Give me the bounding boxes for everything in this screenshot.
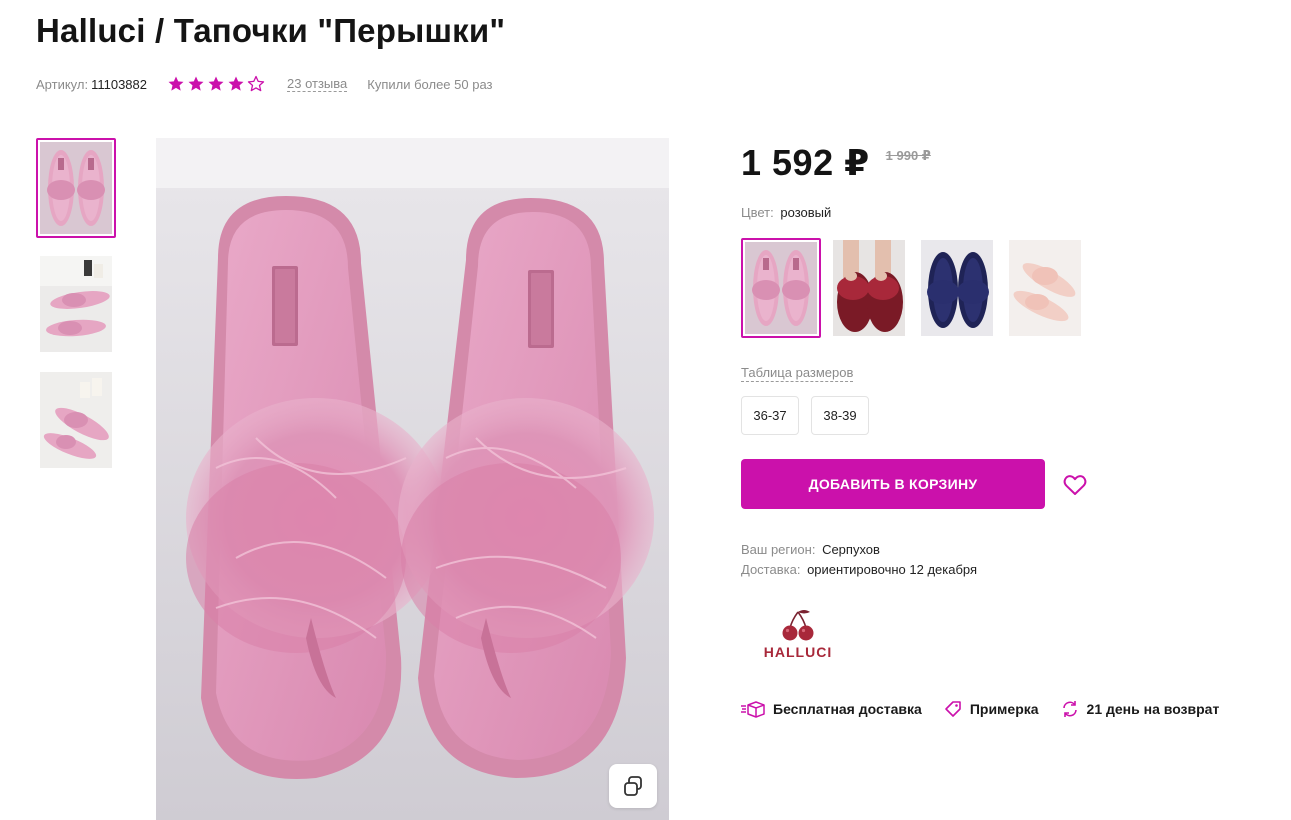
star-empty-icon [247, 75, 265, 92]
copy-icon [624, 776, 642, 796]
wishlist-button[interactable] [1061, 472, 1089, 498]
swatch-peach[interactable] [1005, 238, 1085, 338]
size-option-36-37[interactable]: 36-37 [741, 396, 799, 435]
color-label: Цвет: [741, 205, 774, 220]
delivery-box-icon [741, 701, 765, 718]
region-label: Ваш регион: [741, 542, 816, 557]
brand-logo[interactable]: HALLUCI [748, 608, 848, 670]
feature-label-fitting: Примерка [969, 701, 1039, 717]
thumbnail-2[interactable] [36, 254, 116, 354]
color-line: Цвет: розовый [741, 205, 831, 220]
tag-icon [945, 701, 961, 717]
size-options: 36-37 38-39 [741, 396, 869, 435]
add-to-cart-button[interactable]: ДОБАВИТЬ В КОРЗИНУ [741, 459, 1045, 509]
feature-return[interactable]: 21 день на возврат [1061, 700, 1220, 718]
swatch-image-pink [745, 242, 817, 334]
swatch-image-navy [921, 240, 993, 336]
thumbnail-image-3 [40, 372, 112, 468]
copy-button[interactable] [609, 764, 657, 808]
region-value[interactable]: Серпухов [822, 542, 880, 557]
region-line: Ваш регион: Серпухов [741, 540, 977, 560]
current-price: 1 592 ₽ [741, 142, 870, 183]
delivery-value: ориентировочно 12 декабря [807, 562, 978, 577]
swatch-burgundy[interactable] [829, 238, 909, 338]
star-filled-icon [168, 76, 184, 91]
bought-count: Купили более 50 раз [367, 76, 493, 92]
rating-stars[interactable] [167, 75, 265, 93]
heart-icon [1063, 475, 1087, 495]
swatch-image-burgundy [833, 240, 905, 336]
thumbnail-3[interactable] [36, 370, 116, 470]
color-value: розовый [780, 205, 832, 220]
swatch-navy[interactable] [917, 238, 997, 338]
features-row: Бесплатная доставка Примерка 21 день на … [741, 700, 1219, 718]
old-price: 1 990 ₽ [885, 148, 931, 163]
reviews-link[interactable]: 23 отзыва [287, 76, 348, 92]
price-block: 1 592 ₽ 1 990 ₽ [741, 142, 931, 184]
delivery-label: Доставка: [741, 562, 801, 577]
swatch-pink[interactable] [741, 238, 821, 338]
size-table-link[interactable]: Таблица размеров [741, 365, 854, 382]
size-option-38-39[interactable]: 38-39 [811, 396, 869, 435]
delivery-line: Доставка: ориентировочно 12 декабря [741, 560, 977, 580]
slippers-image [156, 138, 669, 820]
thumbnail-image-1 [40, 142, 112, 234]
feature-label-delivery: Бесплатная доставка [773, 701, 922, 717]
color-swatches [741, 238, 1091, 338]
feature-fitting[interactable]: Примерка [944, 700, 1039, 718]
swatch-image-peach [1009, 240, 1081, 336]
star-filled-icon [188, 76, 204, 91]
star-filled-icon [208, 76, 224, 91]
star-filled-icon [228, 76, 244, 91]
article-label: Артикул: [36, 76, 89, 92]
refresh-icon [1062, 701, 1077, 717]
delivery-info: Ваш регион: Серпухов Доставка: ориентиро… [741, 540, 977, 580]
product-title: Halluci / Тапочки "Перышки" [36, 12, 506, 49]
thumbnail-1[interactable] [36, 138, 116, 238]
main-product-photo[interactable] [156, 138, 669, 820]
feature-label-return: 21 день на возврат [1086, 701, 1220, 717]
brand-name: HALLUCI [763, 644, 833, 660]
feature-free-delivery[interactable]: Бесплатная доставка [741, 700, 922, 718]
product-meta: Артикул: 11103882 23 отзыва Купили более… [36, 74, 493, 94]
thumbnail-image-2 [40, 256, 112, 352]
cherry-logo-icon [782, 610, 814, 641]
article-value: 11103882 [91, 76, 147, 92]
